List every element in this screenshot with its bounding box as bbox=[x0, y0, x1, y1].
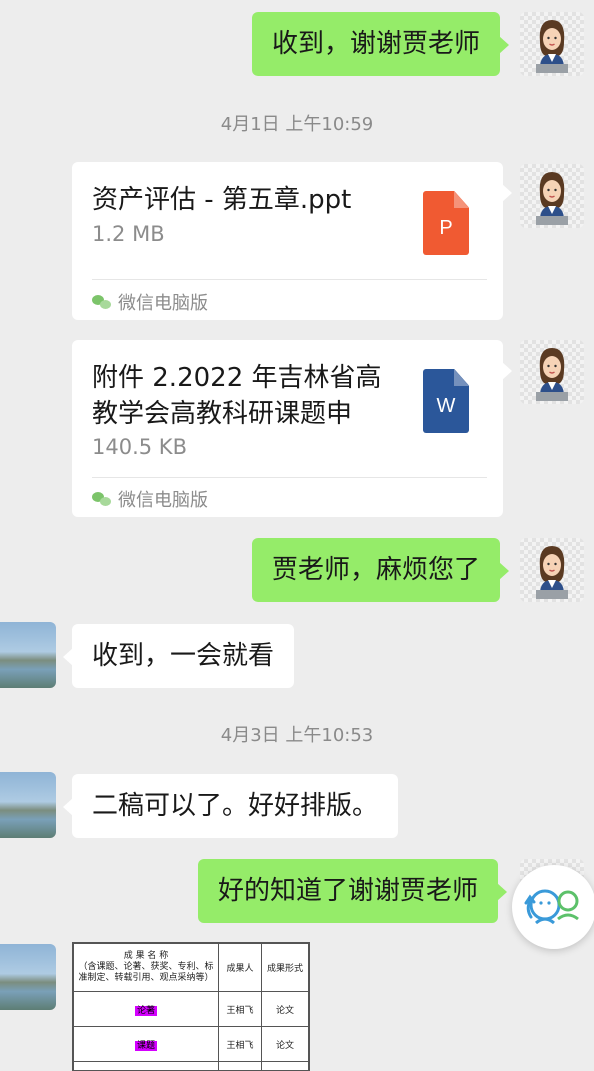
table-image: 成 果 名 称 （含课题、论著、获奖、专利、标准制定、转载引用、观点采纳等） 成… bbox=[73, 943, 309, 1071]
table-header-cell: 成果形式 bbox=[262, 944, 309, 992]
file-message-card[interactable]: 附件 2.2022 年吉林省高教学会高教科研课题申报… 140.5 KB W 微… bbox=[72, 340, 503, 517]
table-cell: 论著 bbox=[74, 992, 219, 1027]
wechat-icon bbox=[92, 295, 112, 309]
ppt-file-icon: P bbox=[423, 191, 469, 255]
my-avatar[interactable] bbox=[520, 340, 584, 404]
timestamp: 4月1日 上午10:59 bbox=[0, 110, 594, 136]
contact-avatar[interactable] bbox=[0, 772, 56, 838]
table-cell: 论文 bbox=[262, 992, 309, 1027]
highlighted-text: 论著 bbox=[135, 1006, 157, 1016]
table-row: 论著 王相飞 论文 bbox=[74, 992, 309, 1027]
woman-avatar-icon bbox=[520, 538, 584, 602]
message-bubble-received[interactable]: 收到，一会就看 bbox=[72, 624, 294, 688]
word-file-icon: W bbox=[423, 369, 469, 433]
divider bbox=[92, 279, 487, 280]
woman-avatar-icon bbox=[520, 340, 584, 404]
woman-avatar-icon bbox=[520, 164, 584, 228]
message-bubble-sent[interactable]: 贾老师，麻烦您了 bbox=[252, 538, 500, 602]
my-avatar[interactable] bbox=[520, 538, 584, 602]
table-cell: 课题 bbox=[74, 1027, 219, 1062]
table-header-cell: 成 果 名 称 （含课题、论著、获奖、专利、标准制定、转载引用、观点采纳等） bbox=[74, 944, 219, 992]
contact-avatar[interactable] bbox=[0, 944, 56, 1010]
message-text: 好的知道了谢谢贾老师 bbox=[218, 876, 478, 906]
timestamp: 4月3日 上午10:53 bbox=[0, 721, 594, 747]
assistant-icon bbox=[512, 865, 594, 949]
file-source: 微信电脑版 bbox=[92, 289, 208, 315]
table-header-cell: 成果人 bbox=[219, 944, 262, 992]
message-bubble-received[interactable]: 二稿可以了。好好排版。 bbox=[72, 774, 398, 838]
file-name: 资产评估 - 第五章.ppt bbox=[92, 182, 392, 218]
table-cell: 王相飞 bbox=[219, 992, 262, 1027]
table-row: 课题 王相飞 论文 bbox=[74, 1027, 309, 1062]
my-avatar[interactable] bbox=[520, 164, 584, 228]
table-cell: 论文 bbox=[262, 1027, 309, 1062]
message-bubble-sent[interactable]: 收到，谢谢贾老师 bbox=[252, 12, 500, 76]
highlighted-text: 课题 bbox=[135, 1041, 157, 1051]
file-source-label: 微信电脑版 bbox=[118, 289, 208, 315]
file-source: 微信电脑版 bbox=[92, 486, 208, 512]
image-message[interactable]: 成 果 名 称 （含课题、论著、获奖、专利、标准制定、转载引用、观点采纳等） 成… bbox=[72, 942, 310, 1071]
message-text: 贾老师，麻烦您了 bbox=[272, 555, 480, 585]
message-text: 二稿可以了。好好排版。 bbox=[92, 791, 378, 821]
file-name: 附件 2.2022 年吉林省高教学会高教科研课题申报… bbox=[92, 360, 392, 432]
file-message-card[interactable]: 资产评估 - 第五章.ppt 1.2 MB P 微信电脑版 bbox=[72, 162, 503, 320]
my-avatar[interactable] bbox=[520, 12, 584, 76]
file-size: 1.2 MB bbox=[92, 222, 165, 246]
table-cell: 王相飞 bbox=[219, 1027, 262, 1062]
divider bbox=[92, 477, 487, 478]
wechat-icon bbox=[92, 492, 112, 506]
assistant-float-button[interactable] bbox=[512, 865, 594, 949]
message-text: 收到，谢谢贾老师 bbox=[272, 29, 480, 59]
table-row bbox=[74, 1062, 309, 1071]
woman-avatar-icon bbox=[520, 12, 584, 76]
table-header-row: 成 果 名 称 （含课题、论著、获奖、专利、标准制定、转载引用、观点采纳等） 成… bbox=[74, 944, 309, 992]
file-source-label: 微信电脑版 bbox=[118, 486, 208, 512]
file-size: 140.5 KB bbox=[92, 435, 187, 459]
contact-avatar[interactable] bbox=[0, 622, 56, 688]
message-bubble-sent[interactable]: 好的知道了谢谢贾老师 bbox=[198, 859, 498, 923]
message-text: 收到，一会就看 bbox=[92, 641, 274, 671]
